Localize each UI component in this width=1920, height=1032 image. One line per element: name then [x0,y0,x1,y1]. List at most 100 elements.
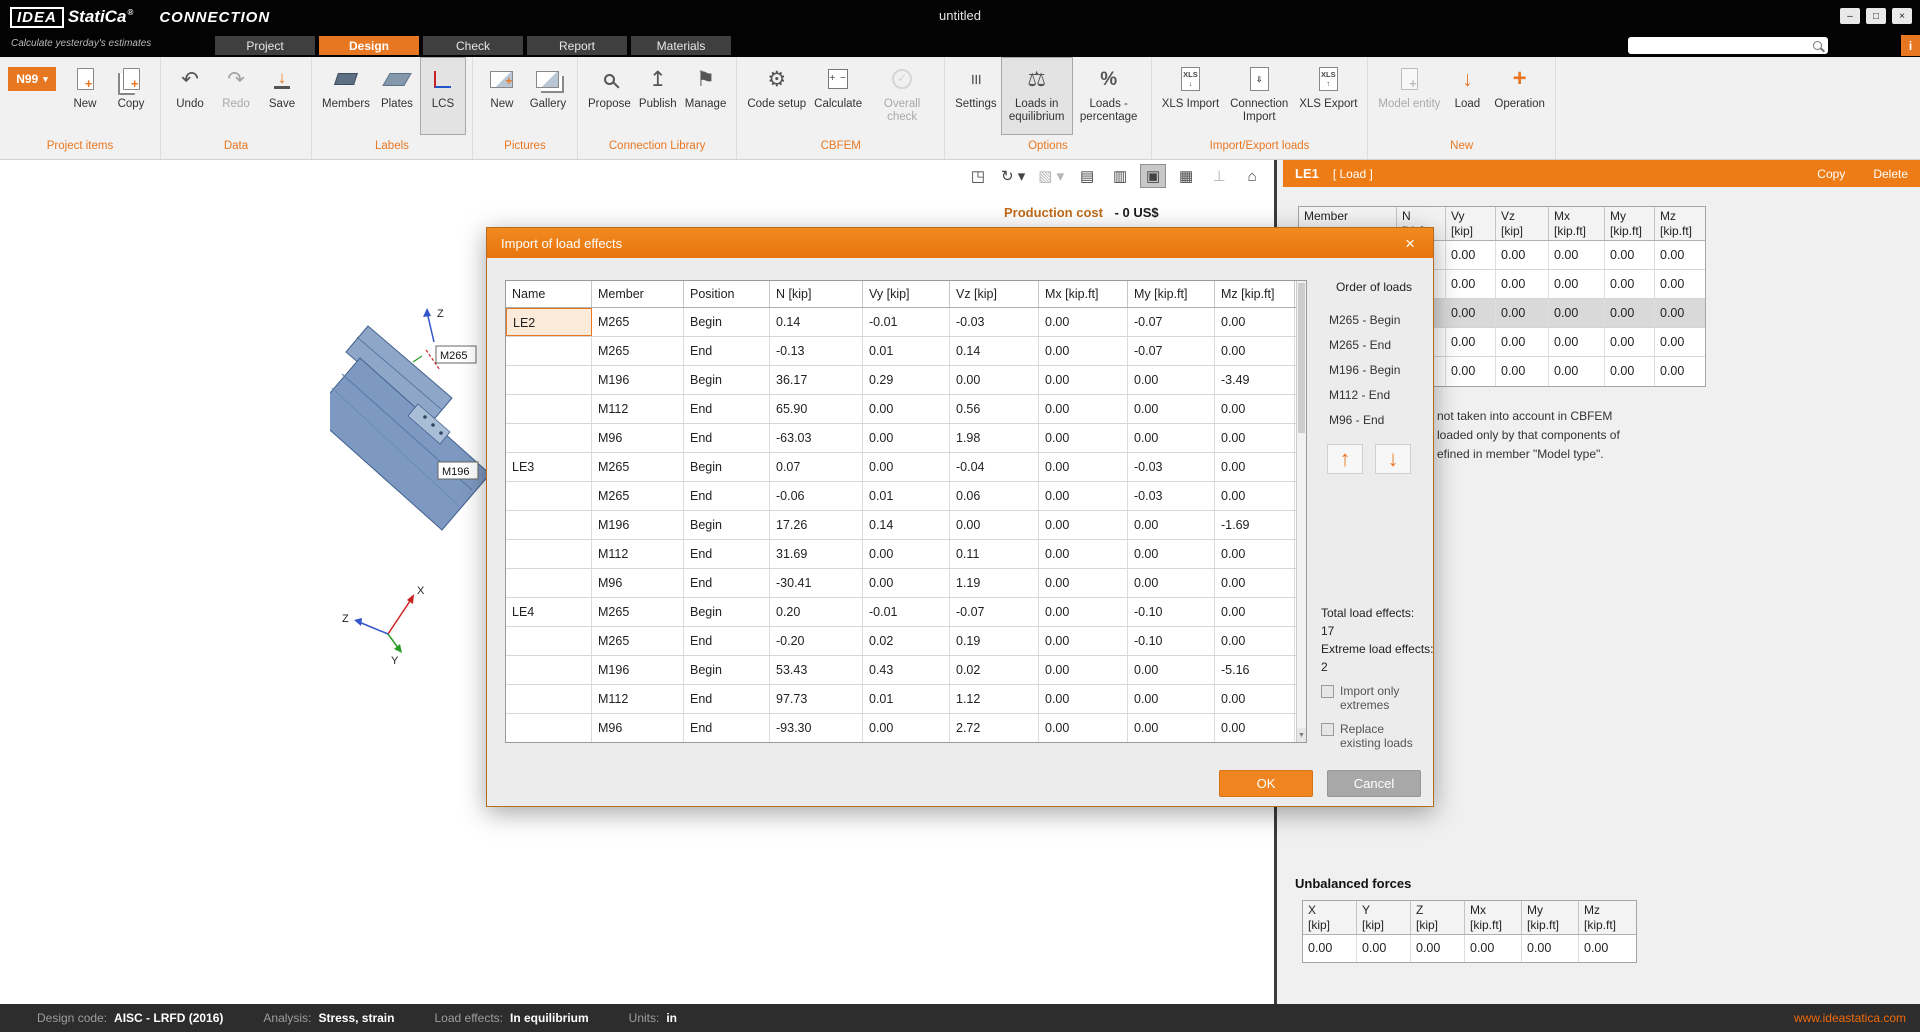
column-header: Position [684,281,770,307]
tab-materials[interactable]: Materials [631,36,731,55]
order-item[interactable]: M96 - End [1329,408,1400,433]
xls-import-button[interactable]: XLS ↓ XLS Import [1158,57,1224,135]
import-only-extremes-checkbox[interactable]: Import only extremes [1321,684,1424,713]
operation-button[interactable]: + Operation [1490,57,1549,135]
ribbon-group-import-export-loads: XLS ↓ XLS Import ⇩ Connection Import XLS… [1152,57,1369,159]
search-input[interactable] [1634,40,1813,52]
copy-item-button[interactable]: + Copy [108,57,154,135]
new-picture-button[interactable]: + New [479,57,525,135]
column-header: Vy [kip] [863,281,950,307]
view-front-icon[interactable]: ▥ [1107,164,1133,188]
load-effect-row[interactable]: M112 End 31.69 0.00 0.11 0.00 0.00 0.00 [506,540,1306,569]
load-effect-row[interactable]: M112 End 97.73 0.01 1.12 0.00 0.00 0.00 [506,685,1306,714]
members-labels-button[interactable]: Members [318,57,374,135]
members-beam-icon [334,73,358,85]
copy-load-button[interactable]: Copy [1817,167,1845,181]
gear-icon: ⚙ [767,69,786,90]
note-line: efined in member "Model type". [1437,445,1620,464]
wireframe-view-icon[interactable]: ▦ [1173,164,1199,188]
load-effect-row[interactable]: M265 End -0.06 0.01 0.06 0.00 -0.03 0.00 [506,482,1306,511]
calculate-button[interactable]: + − Calculate [810,57,866,135]
info-button[interactable]: i [1901,35,1920,56]
scrollbar-thumb[interactable] [1298,283,1305,433]
tab-project[interactable]: Project [215,36,315,55]
order-item[interactable]: M196 - Begin [1329,358,1400,383]
section-box-icon[interactable]: ▧ ▾ [1035,164,1067,188]
item-selector-dropdown[interactable]: N99 ▾ [8,67,56,91]
load-effect-row[interactable]: M196 Begin 36.17 0.29 0.00 0.00 0.00 -3.… [506,366,1306,395]
save-icon: ↓ [274,69,291,89]
column-header: My [kip.ft] [1128,281,1215,307]
xls-export-button[interactable]: XLS ↑ XLS Export [1295,57,1361,135]
order-item[interactable]: M265 - End [1329,333,1400,358]
home-view-icon[interactable]: ⌂ [1239,164,1265,188]
code-setup-button[interactable]: ⚙ Code setup [743,57,810,135]
load-effect-row[interactable]: M196 Begin 17.26 0.14 0.00 0.00 0.00 -1.… [506,511,1306,540]
ribbon-tab-row: Calculate yesterday's estimates Project … [0,34,1920,57]
table-scrollbar[interactable]: ▼ [1296,281,1306,742]
checkbox-icon[interactable] [1321,723,1334,736]
load-effect-row[interactable]: M265 End -0.20 0.02 0.19 0.00 -0.10 0.00 [506,627,1306,656]
load-effect-row[interactable]: M265 End -0.13 0.01 0.14 0.00 -0.07 0.00 [506,337,1306,366]
manage-button[interactable]: ⚑ Manage [681,57,731,135]
statusbar: Design code: AISC - LRFD (2016) Analysis… [0,1004,1920,1032]
column-header: Mz [kip.ft] [1579,901,1635,934]
scroll-down-icon[interactable]: ▼ [1297,728,1306,742]
close-window-icon[interactable]: × [1892,8,1912,24]
loads-in-equilibrium-button[interactable]: ⚖ Loads in equilibrium [1001,57,1073,135]
checkbox-icon[interactable] [1321,685,1334,698]
search-icon[interactable] [1813,41,1822,50]
solid-view-icon[interactable]: ▣ [1140,164,1166,188]
delete-load-button[interactable]: Delete [1873,167,1908,181]
redo-button[interactable]: ↷ Redo [213,57,259,135]
minimize-icon[interactable]: – [1840,8,1860,24]
settings-button[interactable]: ≡ Settings [951,57,1001,135]
restore-icon[interactable]: □ [1866,8,1886,24]
move-down-button[interactable]: ↓ [1375,444,1411,474]
extreme-load-effects-label: Extreme load effects: [1321,640,1434,658]
loads-percentage-button[interactable]: % Loads - percentage [1073,57,1145,135]
load-effect-row[interactable]: M96 End -93.30 0.00 2.72 0.00 0.00 0.00 [506,714,1306,743]
tab-design[interactable]: Design [319,36,419,55]
order-item[interactable]: M112 - End [1329,383,1400,408]
unbalanced-value: 0.00 [1303,935,1357,962]
member-label-m196: M196 [442,466,470,478]
zoom-fit-icon[interactable]: ◳ [965,164,991,188]
replace-existing-loads-checkbox[interactable]: Replace existing loads [1321,722,1424,751]
publish-button[interactable]: ↥ Publish [635,57,681,135]
supports-view-icon[interactable]: ⊥ [1206,164,1232,188]
model-entity-button[interactable]: + Model entity [1374,57,1444,135]
load-effect-row[interactable]: LE2 M265 Begin 0.14 -0.01 -0.03 0.00 -0.… [506,308,1306,337]
connection-import-button[interactable]: ⇩ Connection Import [1223,57,1295,135]
load-effect-row[interactable]: LE4 M265 Begin 0.20 -0.01 -0.07 0.00 -0.… [506,598,1306,627]
ok-button[interactable]: OK [1219,770,1313,797]
save-button[interactable]: ↓ Save [259,57,305,135]
close-icon[interactable]: × [1401,235,1419,252]
tab-check[interactable]: Check [423,36,523,55]
new-item-button[interactable]: + New [62,57,108,135]
gallery-button[interactable]: Gallery [525,57,571,135]
load-effects-table: Name Member Position N [kip] Vy [kip] Vz… [505,280,1307,743]
load-effect-row[interactable]: M112 End 65.90 0.00 0.56 0.00 0.00 0.00 [506,395,1306,424]
tab-report[interactable]: Report [527,36,627,55]
propose-button[interactable]: Propose [584,57,635,135]
overall-check-button[interactable]: ✓ Overall check [866,57,938,135]
lcs-labels-button[interactable]: LCS [420,57,466,135]
cancel-button[interactable]: Cancel [1327,770,1421,797]
load-button[interactable]: ↓ Load [1444,57,1490,135]
import-load-effects-dialog: Import of load effects × Name Member Pos… [486,227,1434,807]
view-top-icon[interactable]: ▤ [1074,164,1100,188]
plates-labels-button[interactable]: Plates [374,57,420,135]
status-design-code: Design code: AISC - LRFD (2016) [37,1011,223,1025]
load-effect-row[interactable]: M96 End -63.03 0.00 1.98 0.00 0.00 0.00 [506,424,1306,453]
load-effect-row[interactable]: M96 End -30.41 0.00 1.19 0.00 0.00 0.00 [506,569,1306,598]
load-effect-row[interactable]: M196 Begin 53.43 0.43 0.02 0.00 0.00 -5.… [506,656,1306,685]
move-up-button[interactable]: ↑ [1327,444,1363,474]
rotate-view-icon[interactable]: ↻ ▾ [998,164,1028,188]
dialog-titlebar[interactable]: Import of load effects × [487,228,1433,258]
chevron-down-icon: ▾ [43,74,48,85]
undo-button[interactable]: ↶ Undo [167,57,213,135]
order-item[interactable]: M265 - Begin [1329,308,1400,333]
website-link[interactable]: www.ideastatica.com [1794,1011,1906,1025]
load-effect-row[interactable]: LE3 M265 Begin 0.07 0.00 -0.04 0.00 -0.0… [506,453,1306,482]
